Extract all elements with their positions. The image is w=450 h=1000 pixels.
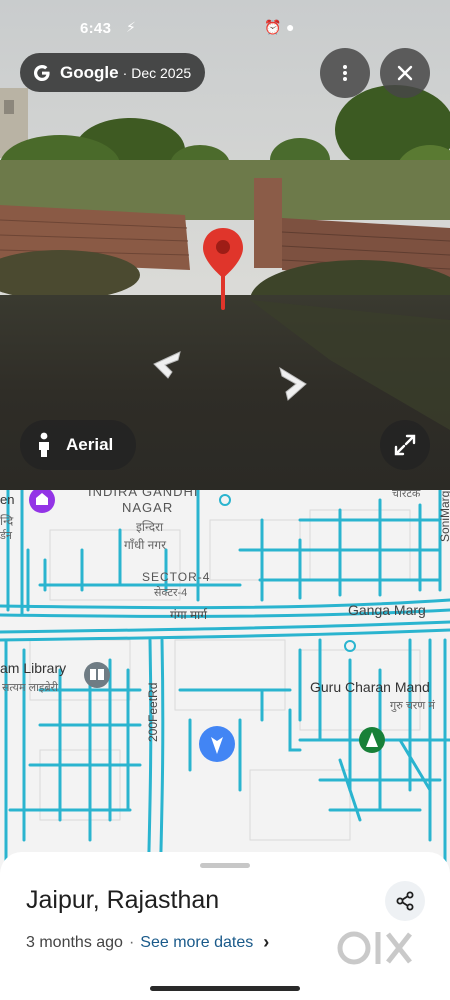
alarm-icon: ⏰ xyxy=(264,19,282,35)
imagery-source-pill[interactable]: Google · Dec 2025 xyxy=(20,53,206,92)
map-label-guru-en: Guru Charan Mand xyxy=(310,679,430,695)
share-button[interactable] xyxy=(385,881,425,921)
see-more-dates-link[interactable]: See more dates xyxy=(140,934,253,952)
map-label-indira-top: INDIRA GANDHI xyxy=(88,490,199,499)
captured-ago-label: 3 months ago xyxy=(26,933,123,951)
drag-handle[interactable] xyxy=(200,863,250,868)
map-label-sector: SECTOR-4 xyxy=(142,570,211,584)
google-g-icon xyxy=(34,64,50,81)
close-icon xyxy=(397,65,413,81)
place-title: Jaipur, Rajasthan xyxy=(26,886,220,914)
map-label-soni-marg: SoniMarg xyxy=(438,490,450,542)
aerial-button[interactable]: Aerial xyxy=(20,420,136,470)
map-label-indira-hi-1: इन्दिरा xyxy=(136,520,164,534)
separator-dot: · xyxy=(128,933,135,951)
bolt-icon: ⚡ xyxy=(126,19,136,35)
map-label-left-hi: न्दि xyxy=(0,514,14,528)
map-label-ganga-hi: गंगा मार्ग xyxy=(170,608,207,622)
location-icon: ● xyxy=(286,19,295,35)
dates-row: 3 months ago · See more dates › xyxy=(26,932,269,953)
map-label-left-garden: र्डन xyxy=(0,530,12,542)
map-label-200-feet-road: 200FeetRd xyxy=(146,682,160,742)
source-brand-label: Google xyxy=(60,62,119,82)
map-label-top-right: चारटक xyxy=(392,490,421,500)
status-bar: 6:43 ⚡ ⏰ ● xyxy=(0,0,450,56)
red-location-pin-icon xyxy=(203,228,243,310)
place-bottom-sheet[interactable]: Jaipur, Rajasthan 3 months ago · See mor… xyxy=(0,852,450,1000)
share-icon xyxy=(396,891,414,911)
expand-icon xyxy=(394,434,416,456)
street-view-panel[interactable]: 6:43 ⚡ ⏰ ● Google · Dec 2025 Aerial xyxy=(0,0,450,490)
close-button[interactable] xyxy=(380,48,430,98)
chevron-left-icon[interactable] xyxy=(148,348,186,384)
map-label-library-en: am Library xyxy=(0,660,67,676)
status-time: 6:43 xyxy=(80,20,112,37)
aerial-label: Aerial xyxy=(66,435,114,454)
home-indicator[interactable] xyxy=(150,986,300,991)
separator-dot: · xyxy=(122,64,128,81)
map-label-guru-hi: गुरु चरण मं xyxy=(390,700,435,712)
coverage-map[interactable]: INDIRA GANDHI NAGAR इन्दिरा गाँधी नगर SE… xyxy=(0,490,450,890)
chevron-right-icon[interactable]: › xyxy=(263,932,269,953)
map-label-ganga-en: Ganga Marg xyxy=(348,602,426,618)
expand-button[interactable] xyxy=(380,420,430,470)
more-options-button[interactable] xyxy=(320,48,370,98)
map-label-library-hi: सत्यम लाइब्रेरी xyxy=(2,682,58,694)
chevron-right-icon[interactable] xyxy=(276,364,312,404)
capture-date-label: Dec 2025 xyxy=(131,64,192,81)
map-label-sector-hi: सेक्टर-4 xyxy=(154,587,188,599)
poi-library-marker xyxy=(84,662,110,688)
more-vert-icon xyxy=(343,65,347,81)
person-icon xyxy=(39,432,49,457)
map-label-indira-hi-2: गाँधी नगर xyxy=(124,538,167,552)
olx-watermark-logo xyxy=(337,931,412,965)
map-label-left-en: en xyxy=(0,492,15,507)
map-label-nagar: NAGAR xyxy=(122,500,174,515)
